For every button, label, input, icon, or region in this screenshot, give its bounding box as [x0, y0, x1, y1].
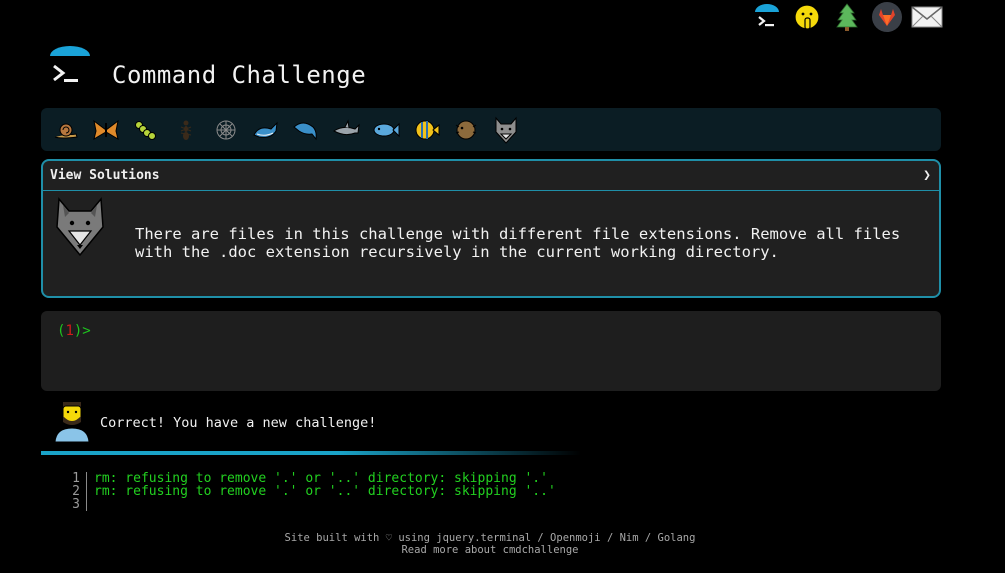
whale-icon[interactable] [249, 113, 282, 146]
terminal-prompt: (1)> [57, 323, 91, 339]
caterpillar-icon[interactable] [129, 113, 162, 146]
shark-icon[interactable] [329, 113, 362, 146]
prompt-number: 1 [65, 323, 74, 339]
chevron-right-icon: ❯ [923, 168, 931, 183]
gitlab-icon[interactable] [871, 1, 903, 33]
view-solutions-label: View Solutions [50, 168, 160, 183]
tropical-fish-icon[interactable] [409, 113, 442, 146]
fish-icon[interactable] [369, 113, 402, 146]
footer-read-more-link[interactable]: Read more about cmdchallenge [0, 544, 980, 556]
wolf-avatar-icon [51, 195, 109, 259]
output-lines: rm: refusing to remove '.' or '..' direc… [86, 472, 556, 511]
terminal[interactable]: (1)> [41, 311, 941, 391]
page: Command Challenge View Solutions ❯ There… [0, 0, 1005, 573]
level-bar [41, 108, 941, 151]
ant-icon[interactable] [169, 113, 202, 146]
prompt-close: )> [73, 323, 91, 339]
command-output: 1 2 3 rm: refusing to remove '.' or '..'… [62, 472, 556, 511]
butterfly-icon[interactable] [89, 113, 122, 146]
cmdchallenge-icon[interactable] [751, 1, 783, 33]
result-message: Correct! You have a new challenge! [52, 400, 376, 444]
person-icon [52, 400, 92, 444]
challenge-description: There are files in this challenge with d… [135, 225, 901, 261]
tree-icon[interactable] [831, 1, 863, 33]
footer-credits[interactable]: Site built with ♡ using jquery.terminal … [0, 532, 980, 544]
solutions-panel: View Solutions ❯ There are files in this… [41, 159, 941, 298]
result-divider [41, 451, 581, 455]
site-header: Command Challenge [46, 44, 366, 94]
logo-icon[interactable] [46, 44, 94, 94]
page-title[interactable]: Command Challenge [112, 61, 366, 89]
footer: Site built with ♡ using jquery.terminal … [0, 532, 980, 556]
result-text: Correct! You have a new challenge! [100, 415, 377, 431]
snail-icon[interactable] [49, 113, 82, 146]
top-nav [751, 0, 943, 34]
line-number: 3 [72, 497, 80, 512]
dolphin-icon[interactable] [289, 113, 322, 146]
shushing-face-icon[interactable] [791, 1, 823, 33]
blowfish-icon[interactable] [449, 113, 482, 146]
line-number-gutter: 1 2 3 [62, 472, 86, 511]
envelope-icon[interactable] [911, 1, 943, 33]
wolf-icon[interactable] [489, 113, 522, 146]
view-solutions-toggle[interactable]: View Solutions ❯ [43, 161, 939, 191]
output-line: rm: refusing to remove '.' or '..' direc… [94, 484, 556, 499]
spider-web-icon[interactable] [209, 113, 242, 146]
